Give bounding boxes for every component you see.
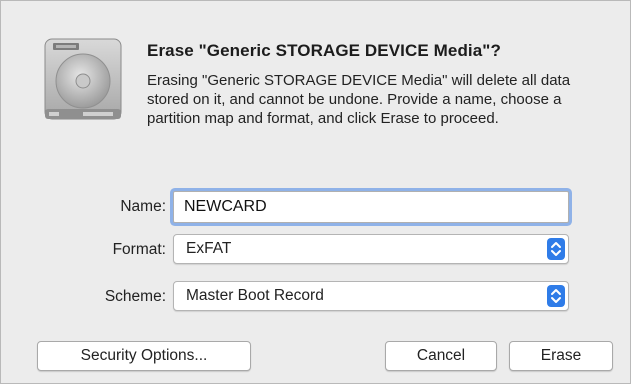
erase-dialog: Erase "Generic STORAGE DEVICE Media"? Er… xyxy=(0,0,631,384)
popup-chevron-icon xyxy=(547,285,565,307)
scheme-value: Master Boot Record xyxy=(186,287,324,304)
cancel-button[interactable]: Cancel xyxy=(385,341,497,371)
popup-chevron-icon xyxy=(547,238,565,260)
name-label: Name: xyxy=(120,198,166,215)
dialog-title: Erase "Generic STORAGE DEVICE Media"? xyxy=(147,41,501,60)
scheme-label: Scheme: xyxy=(104,288,166,305)
format-popup[interactable]: ExFAT xyxy=(173,234,569,264)
format-value: ExFAT xyxy=(186,240,232,257)
external-drive-icon xyxy=(43,37,123,121)
security-options-button[interactable]: Security Options... xyxy=(37,341,251,371)
erase-button[interactable]: Erase xyxy=(509,341,613,371)
scheme-popup[interactable]: Master Boot Record xyxy=(173,281,569,311)
name-field[interactable]: NEWCARD xyxy=(173,191,569,223)
format-label: Format: xyxy=(112,241,166,258)
dialog-message: Erasing "Generic STORAGE DEVICE Media" w… xyxy=(147,72,571,127)
